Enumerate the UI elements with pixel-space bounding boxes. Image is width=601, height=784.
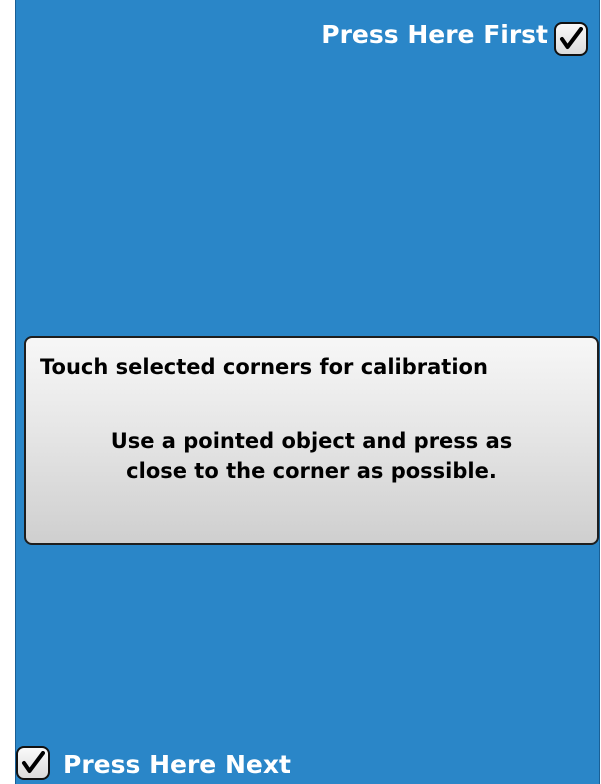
press-here-first-label: Press Here First (321, 20, 548, 49)
dialog-body-line-1: Use a pointed object and press as (110, 429, 513, 453)
dialog-title: Touch selected corners for calibration (40, 355, 488, 379)
calibration-screen: Press Here First Touch selected corners … (15, 0, 600, 784)
checkmark-icon (560, 27, 583, 49)
next-corner-target[interactable] (16, 746, 50, 780)
dialog-body-line-2: close to the corner as possible. (126, 459, 497, 483)
press-here-next-label: Press Here Next (63, 750, 291, 779)
dialog-body: Use a pointed object and press as close … (26, 426, 597, 486)
first-corner-target[interactable] (554, 22, 588, 56)
calibration-instructions-dialog: Touch selected corners for calibration U… (24, 336, 599, 545)
checkmark-icon (22, 751, 45, 773)
